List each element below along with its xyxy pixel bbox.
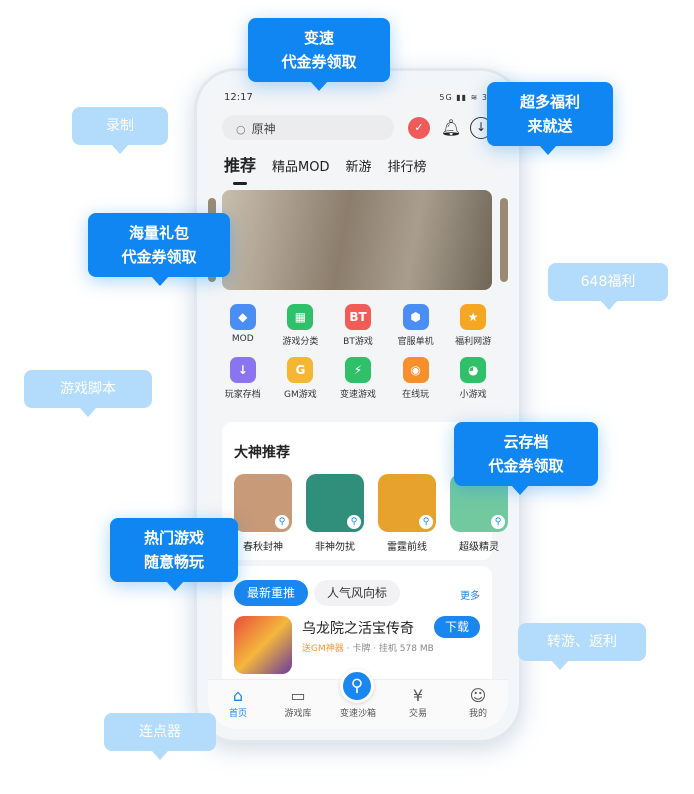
search-input[interactable]: ○ 原神 <box>222 115 394 140</box>
tab-recommend[interactable]: 推荐 <box>224 152 256 185</box>
key-icon: ⚲ <box>491 515 505 529</box>
callout-cloud: 云存档 代金券领取 <box>454 422 598 495</box>
callout-clicker: 连点器 <box>104 713 216 760</box>
gamepad-icon: ▭ <box>290 686 306 705</box>
category-icon: ▦ <box>287 304 314 330</box>
category-icon: ◕ <box>460 357 487 383</box>
home-icon: ⌂ <box>232 686 244 705</box>
bag-icon: ¥ <box>412 686 424 705</box>
download-button[interactable]: 下载 <box>434 616 480 638</box>
tab-popular[interactable]: 人气风向标 <box>314 580 401 606</box>
experts-title: 大神推荐 <box>234 445 290 461</box>
category-label: 小游戏 <box>459 390 487 400</box>
key-icon: ⚲ <box>419 515 433 529</box>
category-label: 在线玩 <box>402 390 430 400</box>
category-item[interactable]: ▦ 游戏分类 <box>272 304 330 347</box>
key-icon: ⚲ <box>275 515 289 529</box>
category-icon: ↓ <box>229 357 256 383</box>
category-grid: ◆ MOD ▦ 游戏分类 BT BT游戏 ⬢ 官服单机 ★ 福利网游 ↓ 玩家存档 G GM游戏 ⚡ 变速游戏… <box>214 304 502 400</box>
app-name[interactable]: 乌龙院之活宝传奇 <box>302 618 414 638</box>
category-item[interactable]: BT BT游戏 <box>329 304 387 347</box>
category-item[interactable]: ◆ MOD <box>214 304 272 347</box>
game-name: 雷霆前线 <box>387 542 427 553</box>
category-icon: ◆ <box>229 304 256 330</box>
nav-label: 游戏库 <box>284 709 312 719</box>
banner-next[interactable] <box>500 198 508 282</box>
nav-library[interactable]: ▭ 游戏库 <box>273 686 323 729</box>
game-item[interactable]: ⚲ 雷霆前线 <box>378 474 436 553</box>
app-icon[interactable] <box>234 616 292 674</box>
category-item[interactable]: ⚡ 变速游戏 <box>329 357 387 400</box>
tab-mod[interactable]: 精品MOD <box>272 156 329 175</box>
bell-icon[interactable]: 🔔︎ <box>440 117 462 139</box>
callout-speed: 变速 代金券领取 <box>248 18 390 91</box>
category-label: 官服单机 <box>397 337 434 347</box>
category-label: BT游戏 <box>343 337 373 347</box>
category-icon: ★ <box>460 304 487 330</box>
app-tag: 送GM神器 <box>302 644 344 654</box>
tab-ranking[interactable]: 排行榜 <box>388 156 427 175</box>
category-icon: ◉ <box>402 357 429 383</box>
nav-label: 首页 <box>228 709 247 719</box>
category-item[interactable]: ◉ 在线玩 <box>387 357 445 400</box>
key-icon: ⚲ <box>347 515 361 529</box>
nav-label: 我的 <box>468 709 487 719</box>
top-tabs: 推荐 精品MOD 新游 排行榜 <box>224 152 427 185</box>
game-cover: ⚲ <box>234 474 292 532</box>
nav-label: 交易 <box>408 709 427 719</box>
category-label: MOD <box>231 334 254 344</box>
category-icon: G <box>287 357 314 383</box>
game-item[interactable]: ⚲ 非神勿扰 <box>306 474 364 553</box>
category-label: 游戏分类 <box>282 337 319 347</box>
nav-mine[interactable]: ☺ 我的 <box>453 686 503 729</box>
experts-card: 大神推荐 ⚲ 春秋封神 ⚲ 非神勿扰 ⚲ 雷霆前线 ⚲ 超级精灵 <box>222 422 508 560</box>
game-name: 超级精灵 <box>459 542 499 553</box>
callout-transfer: 转游、返利 <box>518 623 646 670</box>
game-name: 春秋封神 <box>243 542 283 553</box>
category-icon: BT <box>344 304 371 330</box>
category-item[interactable]: ★ 福利网游 <box>444 304 502 347</box>
tab-latest[interactable]: 最新重推 <box>234 580 309 606</box>
status-icons: 5G ▮▮ ≋ 34 <box>439 93 494 102</box>
callout-648: 648福利 <box>548 263 668 310</box>
profile-icon: ☺ <box>469 686 487 705</box>
category-icon: ⚡ <box>344 357 371 383</box>
nav-label: 变速沙箱 <box>339 709 376 719</box>
callout-record: 录制 <box>72 107 168 154</box>
category-label: 变速游戏 <box>339 390 376 400</box>
game-cover: ⚲ <box>378 474 436 532</box>
tab-new[interactable]: 新游 <box>345 156 371 175</box>
callout-welfare: 超多福利 来就送 <box>487 82 613 155</box>
banner[interactable] <box>222 190 492 290</box>
app-meta: 送GM神器 · 卡牌 · 挂机 578 MB <box>302 641 434 654</box>
game-item[interactable]: ⚲ 春秋封神 <box>234 474 292 553</box>
category-item[interactable]: ↓ 玩家存档 <box>214 357 272 400</box>
category-icon: ⬢ <box>402 304 429 330</box>
app-info: · 卡牌 · 挂机 578 MB <box>343 644 434 654</box>
status-time: 12:17 <box>224 92 253 103</box>
callout-hot: 热门游戏 随意畅玩 <box>110 518 238 591</box>
callout-gifts: 海量礼包 代金券领取 <box>88 213 230 286</box>
category-item[interactable]: G GM游戏 <box>272 357 330 400</box>
category-item[interactable]: ⬢ 官服单机 <box>387 304 445 347</box>
phone-screen: 12:17 5G ▮▮ ≋ 34 ○ 原神 ✓ 🔔︎ ↓ 推荐 精品MOD 新游 … <box>208 84 508 729</box>
category-item[interactable]: ◕ 小游戏 <box>444 357 502 400</box>
nav-trade[interactable]: ¥ 交易 <box>393 686 443 729</box>
key-icon[interactable]: ⚲ <box>340 669 374 703</box>
more-link[interactable]: 更多 <box>460 587 480 602</box>
search-placeholder: 原神 <box>251 122 276 136</box>
game-cover: ⚲ <box>306 474 364 532</box>
category-label: GM游戏 <box>284 390 317 400</box>
search-icon: ○ <box>236 123 246 136</box>
nav-home[interactable]: ⌂ 首页 <box>213 686 263 729</box>
sign-in-icon[interactable]: ✓ <box>408 117 430 139</box>
category-label: 福利网游 <box>455 337 492 347</box>
game-name: 非神勿扰 <box>315 542 355 553</box>
category-label: 玩家存档 <box>224 390 261 400</box>
callout-script: 游戏脚本 <box>24 370 152 417</box>
